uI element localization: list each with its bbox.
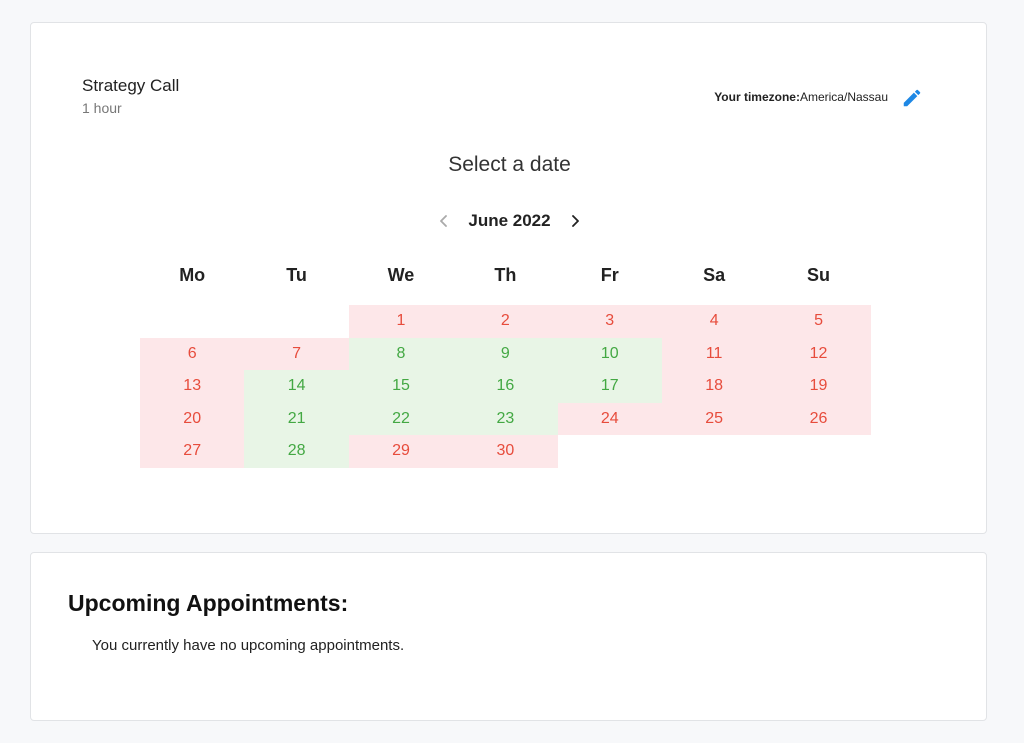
timezone-label: Your timezone: (714, 90, 800, 104)
calendar-day-25[interactable]: 25 (661, 402, 767, 435)
calendar-day-8[interactable]: 8 (348, 337, 454, 370)
calendar-day-2[interactable]: 2 (453, 305, 558, 338)
calendar-day-5[interactable]: 5 (766, 305, 871, 338)
calendar-day-22[interactable]: 22 (348, 402, 454, 435)
timezone-value: America/Nassau (799, 90, 888, 104)
calendar-day-4[interactable]: 4 (661, 305, 767, 338)
calendar-day-26[interactable]: 26 (766, 402, 871, 435)
booking-card: Strategy Call 1 hour Your timezone:Ameri… (30, 22, 987, 534)
calendar-grid: 1 2 3 4 5 6 7 8 9 10 11 12 13 14 15 16 17 18 19 20 21 22 23 24 2… (140, 305, 871, 468)
calendar-day-15[interactable]: 15 (348, 370, 454, 403)
calendar-day-17[interactable]: 17 (557, 370, 662, 403)
select-date-heading: Select a date (448, 153, 571, 176)
calendar-day-23[interactable]: 23 (453, 402, 558, 435)
next-month-button[interactable] (565, 211, 585, 231)
calendar-day-14[interactable]: 14 (244, 370, 349, 403)
calendar-day-10[interactable]: 10 (557, 337, 662, 370)
calendar-day-3[interactable]: 3 (557, 305, 662, 338)
chevron-right-icon (571, 215, 579, 227)
month-navigation: June 2022 (31, 208, 988, 234)
calendar-day-11[interactable]: 11 (661, 337, 767, 370)
calendar-day-21[interactable]: 21 (244, 402, 349, 435)
weekday-tu: Tu (286, 265, 307, 285)
no-appointments-message: You currently have no upcoming appointme… (92, 637, 405, 654)
calendar-day-18[interactable]: 18 (661, 370, 767, 403)
calendar-day-27[interactable]: 27 (140, 435, 245, 468)
weekday-header: Mo Tu We Th Fr Sa Su (140, 265, 871, 286)
calendar-day-blank (140, 305, 244, 338)
weekday-we: We (387, 265, 415, 285)
weekday-fr: Fr (600, 265, 619, 285)
edit-timezone-button[interactable] (901, 87, 923, 109)
calendar-day-30[interactable]: 30 (453, 435, 558, 468)
previous-month-button[interactable] (434, 211, 454, 231)
calendar-day-29[interactable]: 29 (348, 435, 454, 468)
calendar-day-7[interactable]: 7 (244, 337, 349, 370)
weekday-mo: Mo (179, 265, 206, 285)
calendar-day-6[interactable]: 6 (140, 337, 245, 370)
chevron-left-icon (440, 215, 448, 227)
calendar-day-19[interactable]: 19 (766, 370, 871, 403)
calendar-day-13[interactable]: 13 (140, 370, 245, 403)
pencil-icon (903, 89, 921, 107)
month-label: June 2022 (468, 211, 551, 230)
calendar-day-28[interactable]: 28 (244, 435, 349, 468)
weekday-th: Th (494, 265, 517, 285)
calendar-day-blank (244, 305, 348, 338)
calendar-day-9[interactable]: 9 (453, 337, 558, 370)
event-title: Strategy Call (82, 76, 180, 95)
appointments-card: Upcoming Appointments: You currently hav… (30, 552, 987, 721)
weekday-sa: Sa (703, 265, 726, 285)
timezone-display: Your timezone:America/Nassau (714, 90, 888, 104)
weekday-su: Su (807, 265, 831, 285)
calendar-day-16[interactable]: 16 (453, 370, 558, 403)
calendar-day-12[interactable]: 12 (766, 337, 871, 370)
calendar-day-20[interactable]: 20 (140, 402, 245, 435)
calendar-day-1[interactable]: 1 (348, 305, 454, 338)
calendar-day-24[interactable]: 24 (557, 402, 662, 435)
event-duration: 1 hour (82, 100, 122, 116)
appointments-title: Upcoming Appointments: (68, 590, 349, 616)
